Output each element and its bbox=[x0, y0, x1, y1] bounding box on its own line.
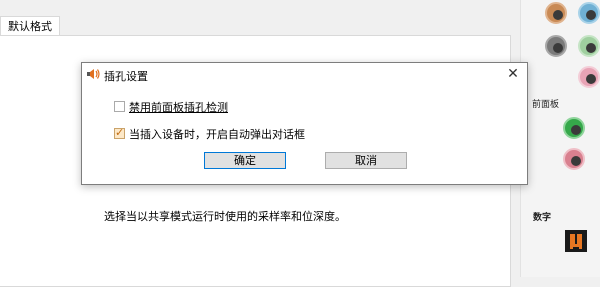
digital-output-icon[interactable] bbox=[565, 230, 587, 252]
close-button[interactable]: ✕ bbox=[503, 65, 523, 83]
front-jack-green[interactable] bbox=[563, 117, 585, 139]
description-text: 选择当以共享模式运行时使用的采样率和位深度。 bbox=[104, 210, 346, 223]
dialog-titlebar[interactable]: 插孔设置 ✕ bbox=[82, 63, 527, 86]
cancel-button[interactable]: 取消 bbox=[325, 152, 407, 169]
jack-gray[interactable] bbox=[545, 35, 567, 57]
disable-front-jack-detection-checkbox[interactable] bbox=[114, 101, 125, 112]
tab-default-format[interactable]: 默认格式 bbox=[0, 16, 60, 36]
ok-button[interactable]: 确定 bbox=[204, 152, 286, 169]
front-panel-label: 前面板 bbox=[532, 100, 560, 110]
digital-label: 数字 bbox=[533, 213, 552, 223]
jack-orange[interactable] bbox=[545, 2, 567, 24]
auto-popup-checkbox[interactable]: ✓ bbox=[114, 126, 125, 139]
speaker-icon bbox=[87, 68, 100, 83]
dialog-title: 插孔设置 bbox=[104, 70, 148, 83]
auto-popup-label[interactable]: 当插入设备时，开启自动弹出对话框 bbox=[129, 126, 305, 142]
disable-front-jack-detection-label[interactable]: 禁用前面板插孔检测 bbox=[129, 99, 228, 115]
checkmark-icon: ✓ bbox=[115, 126, 125, 139]
jack-light-green[interactable] bbox=[578, 35, 600, 57]
jack-pink[interactable] bbox=[578, 66, 600, 88]
jack-settings-dialog: 插孔设置 ✕ 禁用前面板插孔检测 ✓ 当插入设备时，开启自动弹出对话框 确定 取… bbox=[81, 62, 528, 185]
jack-blue[interactable] bbox=[578, 2, 600, 24]
front-jack-pink[interactable] bbox=[563, 148, 585, 170]
